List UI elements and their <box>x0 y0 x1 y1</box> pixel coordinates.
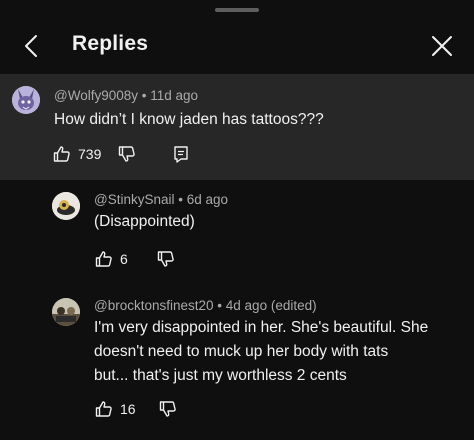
reply-comment: @StinkySnail • 6d ago (Disappointed) 6 <box>0 186 474 286</box>
thumbs-up-icon <box>95 251 112 267</box>
thumbs-up-icon <box>53 146 70 162</box>
comment-meta: @StinkySnail • 6d ago <box>94 192 228 207</box>
avatar[interactable] <box>52 298 80 326</box>
avatar[interactable] <box>12 86 40 114</box>
comment-meta: @Wolfy9008y • 11d ago <box>54 88 198 103</box>
avatar[interactable] <box>52 192 80 220</box>
like-button[interactable]: 739 <box>52 144 101 164</box>
comment-age: 6d ago <box>186 192 229 207</box>
parent-comment: @Wolfy9008y • 11d ago How didn’t I know … <box>0 74 474 180</box>
comment-age: 11d ago <box>150 88 199 103</box>
reply-comment: @brocktonsfinest20 • 4d ago (edited) I'm… <box>0 292 474 432</box>
comment-author[interactable]: @Wolfy9008y <box>54 88 138 103</box>
page-title: Replies <box>72 32 149 55</box>
comment-text: (Disappointed) <box>94 213 195 230</box>
comment-author[interactable]: @brocktonsfinest20 <box>94 298 214 313</box>
avatar-image <box>12 86 40 114</box>
replies-panel: Replies @Wolfy9008y • 11d ago How didn’t… <box>0 0 474 440</box>
like-button[interactable]: 16 <box>94 399 136 419</box>
comment-age: 4d ago (edited) <box>225 298 317 313</box>
comment-text: I'm very disappointed in her. She's beau… <box>94 316 464 388</box>
like-button[interactable]: 6 <box>94 249 128 269</box>
like-count: 6 <box>120 251 128 267</box>
comment-text-line: doesn't need to muck up her body with ta… <box>94 343 389 360</box>
comment-author[interactable]: @StinkySnail <box>94 192 175 207</box>
avatar-image <box>52 192 80 220</box>
meta-separator: • <box>178 192 187 207</box>
dislike-button[interactable] <box>158 399 178 419</box>
drag-handle[interactable] <box>215 8 259 12</box>
header: Replies <box>0 20 474 72</box>
thumbs-down-icon <box>157 251 174 267</box>
comment-actions: 6 <box>94 247 176 271</box>
like-count: 739 <box>78 146 102 162</box>
avatar-image <box>52 298 80 326</box>
thumbs-up-icon <box>95 401 112 417</box>
like-count: 16 <box>120 401 136 417</box>
close-icon <box>432 36 452 56</box>
comment-text-line: I'm very disappointed in her. She's beau… <box>94 319 429 336</box>
thumbs-down-icon <box>119 146 136 162</box>
close-button[interactable] <box>426 30 458 62</box>
reply-button[interactable] <box>171 144 191 164</box>
chevron-left-icon <box>25 35 37 57</box>
thumbs-down-icon <box>159 401 176 417</box>
comment-icon <box>174 146 189 163</box>
meta-separator: • <box>141 88 151 103</box>
dislike-button[interactable] <box>117 144 137 164</box>
comment-text: How didn’t I know jaden has tattoos??? <box>54 111 324 128</box>
comment-meta: @brocktonsfinest20 • 4d ago (edited) <box>94 298 317 313</box>
back-button[interactable] <box>16 30 48 62</box>
meta-separator: • <box>217 298 226 313</box>
comment-text-line: but... that's just my worthless 2 cents <box>94 367 347 384</box>
comment-actions: 739 <box>52 142 191 166</box>
comment-actions: 16 <box>94 397 178 421</box>
dislike-button[interactable] <box>156 249 176 269</box>
